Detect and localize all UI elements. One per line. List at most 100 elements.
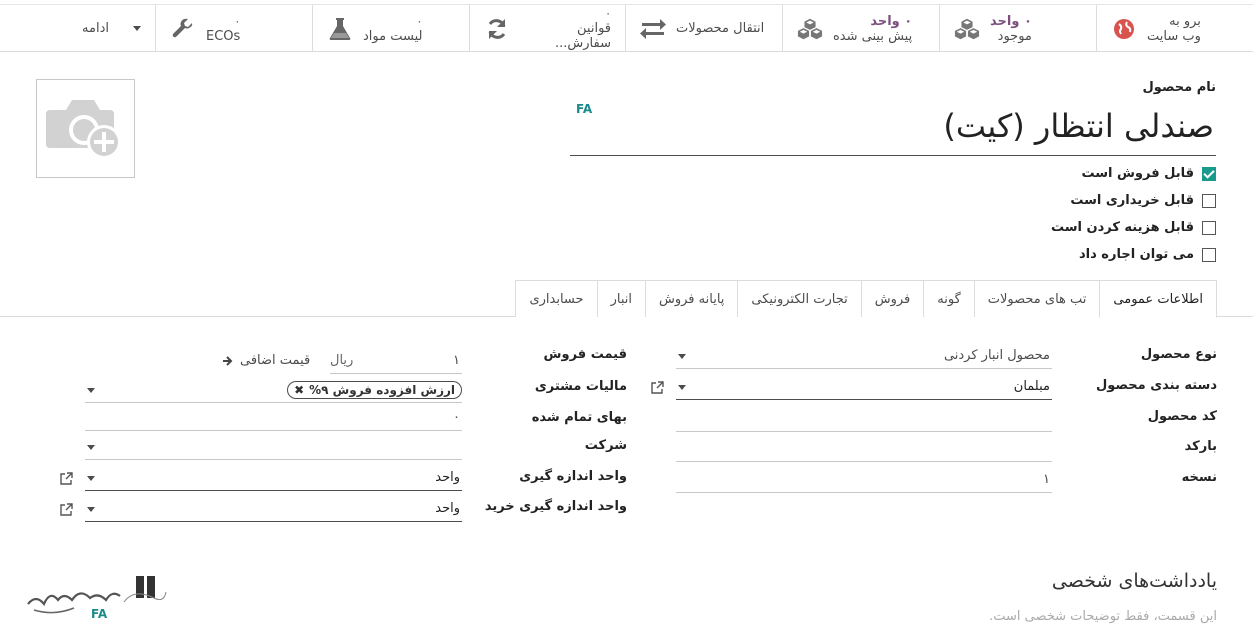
forecasted-value: ۰ واحد [870, 13, 913, 29]
product-image-placeholder[interactable] [36, 79, 135, 178]
tab-sales[interactable]: فروش [860, 280, 925, 317]
more-button[interactable]: ادامه [0, 5, 155, 52]
bom-label: لیست مواد [363, 28, 423, 44]
product-flags: قابل فروش است قابل خریداری است قابل هزین… [1051, 160, 1216, 268]
checkbox-checked[interactable] [1202, 166, 1216, 181]
internal-notes-title: یادداشت‌های شخصی [1051, 570, 1217, 592]
cubes-icon [954, 16, 980, 42]
version-label: نسخه [1181, 470, 1217, 485]
on-hand-value: ۰ واحد [990, 13, 1032, 29]
tax-tag-label: ارزش افزوده فروش ۹% [309, 383, 455, 397]
more-label: ادامه [82, 21, 109, 36]
watermark-badge: FA [91, 607, 108, 621]
caret-down-icon [678, 385, 686, 390]
purchase-ok-checkbox[interactable]: قابل خریداری است [1051, 187, 1216, 214]
reordering-label: قوانین سفارش... [555, 21, 611, 51]
company-select[interactable] [85, 434, 462, 460]
rent-ok-checkbox[interactable]: می توان اجاره داد [1051, 241, 1216, 268]
tab-product-tabs[interactable]: تب های محصولات [973, 280, 1101, 317]
checkbox-unchecked[interactable] [1202, 193, 1216, 208]
wrench-icon [170, 16, 196, 42]
bom-smart-button[interactable]: ۰ لیست مواد [312, 5, 469, 52]
tab-accounting[interactable]: حسابداری [515, 280, 598, 317]
ecos-label: ECOs [206, 28, 241, 44]
uom-label: واحد اندازه گیری [519, 469, 627, 484]
customer-taxes-input[interactable]: ارزش افزوده فروش ۹% ✖ [85, 377, 462, 403]
purchase-uom-label: واحد اندازه گیری خرید [484, 499, 627, 514]
tab-general-info[interactable]: اطلاعات عمومی [1099, 280, 1217, 318]
barcode-input[interactable] [676, 436, 1052, 462]
ecos-count: ۰ [234, 14, 241, 28]
sale-ok-checkbox[interactable]: قابل فروش است [1051, 160, 1216, 187]
sale-price-value: ۱ [453, 353, 460, 368]
customer-taxes-label: مالیات مشتری [534, 379, 627, 394]
extra-price-label: قیمت اضافی [240, 353, 311, 368]
cost-input[interactable]: ۰ [85, 405, 462, 431]
checkbox-unchecked[interactable] [1202, 247, 1216, 262]
purchase-ok-label: قابل خریداری است [1070, 193, 1194, 208]
cost-label: بهای تمام شده [531, 410, 627, 425]
sale-price-input[interactable]: ۱ ریال [330, 348, 462, 374]
website-line2: وب سایت [1147, 28, 1201, 44]
tab-variants[interactable]: گونه [923, 280, 975, 317]
flask-icon [327, 16, 353, 42]
rent-ok-label: می توان اجاره داد [1078, 247, 1194, 262]
version-input[interactable]: ۱ [676, 467, 1052, 493]
globe-icon [1111, 16, 1137, 42]
product-type-select[interactable]: محصول انبار کردنی [676, 343, 1052, 369]
purchase-uom-select[interactable]: واحد [85, 496, 462, 522]
internal-notes-input[interactable]: این قسمت، فقط توضیحات شخصی است. [989, 609, 1217, 624]
caret-down-icon [133, 26, 141, 31]
can-be-expensed-checkbox[interactable]: قابل هزینه کردن است [1051, 214, 1216, 241]
external-link-icon[interactable] [59, 503, 73, 517]
sale-ok-label: قابل فروش است [1081, 166, 1194, 181]
barcode-label: بارکد [1184, 439, 1217, 454]
product-code-label: کد محصول [1147, 409, 1217, 424]
checkbox-unchecked[interactable] [1202, 220, 1216, 235]
tab-point-of-sale[interactable]: پایانه فروش [644, 280, 739, 317]
category-label: دسته بندی محصول [1096, 378, 1217, 393]
on-hand-smart-button[interactable]: ۰ واحد موجود [939, 5, 1096, 52]
refresh-icon [484, 16, 509, 42]
currency-label: ریال [330, 353, 354, 368]
product-code-input[interactable] [676, 406, 1052, 432]
tab-ecommerce[interactable]: تجارت الکترونیکی [737, 280, 862, 317]
reordering-rules-smart-button[interactable]: ۰ قوانین سفارش... [469, 5, 625, 52]
forecasted-smart-button[interactable]: ۰ واحد پیش بینی شده [782, 5, 939, 52]
product-moves-smart-button[interactable]: انتقال محصولات [625, 5, 782, 52]
arrow-right-icon [223, 355, 233, 366]
tab-inventory[interactable]: انبار [596, 280, 646, 317]
product-moves-label: انتقال محصولات [676, 21, 765, 36]
product-name-input[interactable]: صندلی انتظار (کیت) [570, 104, 1216, 156]
on-hand-label: موجود [997, 28, 1032, 44]
sale-price-label: قیمت فروش [543, 347, 627, 362]
tax-tag[interactable]: ارزش افزوده فروش ۹% ✖ [287, 381, 462, 399]
extra-price-link[interactable]: قیمت اضافی [222, 353, 310, 368]
product-name-label: نام محصول [1142, 80, 1216, 95]
external-link-icon[interactable] [650, 381, 664, 395]
caret-down-icon [87, 445, 95, 450]
bom-count: ۰ [416, 14, 423, 28]
caret-down-icon [87, 388, 95, 393]
product-type-value: محصول انبار کردنی [943, 348, 1050, 363]
purchase-uom-value: واحد [435, 501, 460, 516]
camera-plus-icon [45, 99, 121, 159]
caret-down-icon [87, 507, 95, 512]
smart-button-bar: برو به وب سایت ۰ واحد موجود ۰ واحد پیش ب… [0, 4, 1253, 52]
uom-value: واحد [435, 470, 460, 485]
uom-select[interactable]: واحد [85, 465, 462, 491]
forecasted-label: پیش بینی شده [833, 28, 913, 44]
caret-down-icon [87, 476, 95, 481]
can-be-expensed-label: قابل هزینه کردن است [1050, 220, 1194, 235]
external-link-icon[interactable] [59, 472, 73, 486]
ecos-smart-button[interactable]: ۰ ECOs [155, 5, 312, 52]
caret-down-icon [678, 354, 686, 359]
company-label: شرکت [584, 438, 627, 453]
notebook-tabs: اطلاعات عمومی تب های محصولات گونه فروش ت… [0, 280, 1253, 318]
close-icon[interactable]: ✖ [294, 383, 304, 397]
reordering-count: ۰ [605, 7, 611, 20]
arrows-exchange-icon [640, 16, 666, 42]
cubes-icon [797, 16, 823, 42]
category-select[interactable]: مبلمان [676, 374, 1052, 400]
website-smart-button[interactable]: برو به وب سایت [1096, 5, 1253, 52]
